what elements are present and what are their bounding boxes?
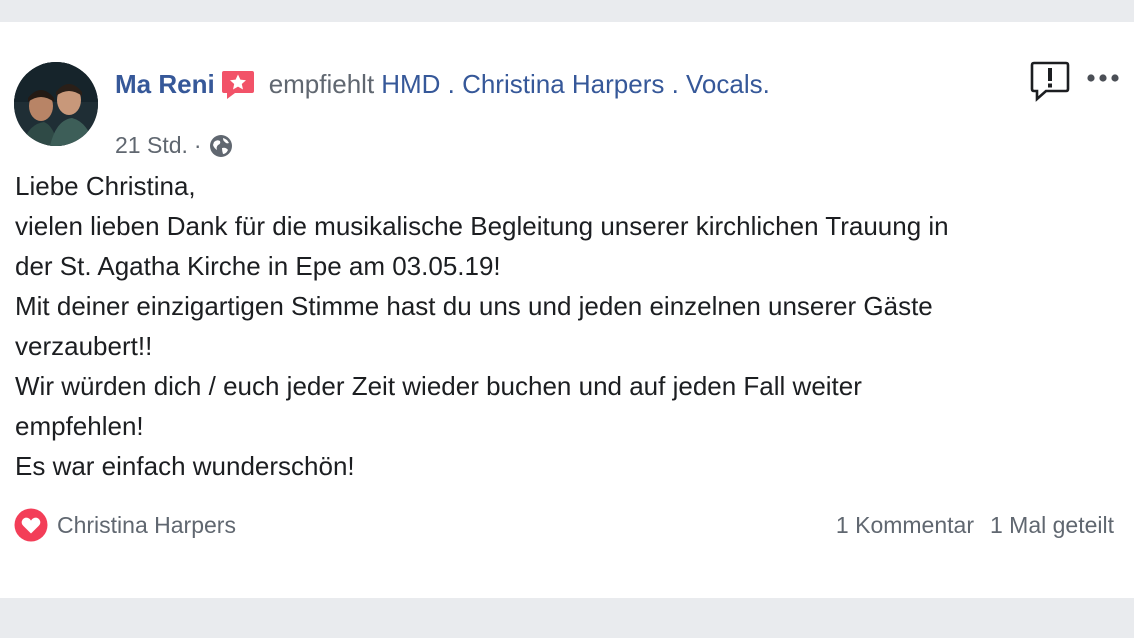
- shares-count[interactable]: 1 Mal geteilt: [990, 512, 1114, 539]
- action-text: empfiehlt: [268, 68, 375, 99]
- recommended-page-link[interactable]: HMD . Christina Harpers . Vocals.: [381, 69, 770, 100]
- reactors-name: Christina Harpers: [57, 511, 236, 538]
- body-line: Es war einfach wunderschön!: [15, 451, 355, 481]
- body-line: verzaubert!!: [15, 331, 153, 361]
- body-line: vielen lieben Dank für die musikalische …: [15, 211, 949, 241]
- body-line: Wir würden dich / euch jeder Zeit wieder…: [15, 371, 862, 401]
- post-card: Ma Reni empfiehlt HMD . Christina Harper…: [0, 22, 1134, 598]
- body-line: empfehlen!: [15, 411, 144, 441]
- body-line: Mit deiner einzigartigen Stimme hast du …: [15, 291, 933, 321]
- avatar-photo: [14, 62, 98, 146]
- ellipsis-icon: [1087, 74, 1119, 82]
- post-header: Ma Reni empfiehlt HMD . Christina Harper…: [115, 68, 770, 100]
- post-meta: 21 Std. ·: [115, 132, 234, 159]
- heart-icon: [14, 508, 48, 542]
- report-button[interactable]: [1030, 60, 1070, 102]
- star-speech-bubble-icon: [221, 69, 255, 101]
- meta-separator: ·: [193, 132, 202, 158]
- more-options-button[interactable]: [1086, 68, 1120, 88]
- globe-icon[interactable]: [208, 133, 234, 159]
- author-name[interactable]: Ma Reni: [115, 69, 215, 100]
- reactions-summary[interactable]: Christina Harpers: [14, 508, 236, 542]
- post-timestamp[interactable]: 21 Std.: [115, 132, 188, 159]
- comments-count[interactable]: 1 Kommentar: [836, 512, 974, 539]
- post-body: Liebe Christina, vielen lieben Dank für …: [15, 166, 1105, 486]
- body-line: der St. Agatha Kirche in Epe am 03.05.19…: [15, 251, 501, 281]
- engagement-stats: 1 Kommentar 1 Mal geteilt: [836, 512, 1114, 539]
- author-avatar[interactable]: [14, 62, 98, 146]
- body-line: Liebe Christina,: [15, 171, 196, 201]
- post-footer: Christina Harpers 1 Kommentar 1 Mal gete…: [14, 507, 1114, 543]
- exclamation-speech-bubble-icon: [1030, 61, 1070, 102]
